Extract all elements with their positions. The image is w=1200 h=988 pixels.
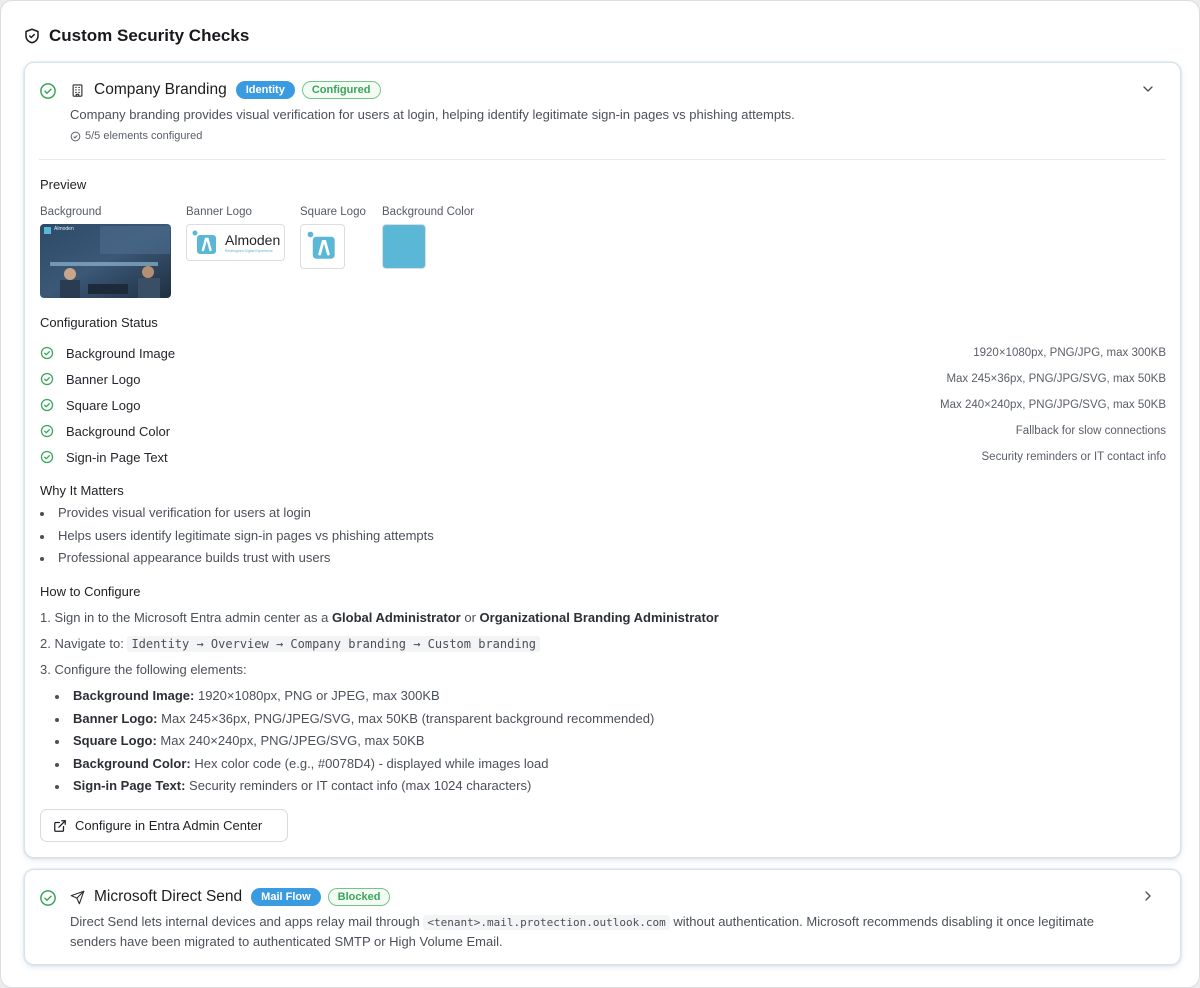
element-text: 1920×1080px, PNG or JPEG, max 300KB [194, 688, 440, 703]
config-element-item: Banner Logo: Max 245×36px, PNG/JPEG/SVG,… [55, 711, 654, 726]
card-title: Company Branding [94, 81, 227, 98]
banner-logo-text: Almoden [225, 232, 281, 248]
step1-role-branding-admin: Organizational Branding Administrator [479, 610, 719, 625]
check-circle-icon [40, 346, 54, 360]
step1-role-global-admin: Global Administrator [331, 610, 461, 625]
company-branding-card: Company Branding Identity Configured Com… [24, 62, 1181, 858]
config-element-item: Background Image: 1920×1080px, PNG or JP… [55, 688, 440, 703]
step1-or: or [460, 610, 480, 625]
check-circle-icon [40, 83, 56, 99]
how-heading: How to Configure [40, 584, 141, 599]
category-badge: Mail Flow [251, 888, 321, 906]
check-circle-icon [40, 424, 54, 438]
status-name: Sign-in Page Text [66, 449, 168, 465]
status-name: Banner Logo [66, 371, 141, 387]
section-title: Custom Security Checks [23, 26, 249, 46]
element-text: Max 240×240px, PNG/JPEG/SVG, max 50KB [156, 733, 425, 748]
background-image-preview: Almoden [40, 224, 171, 298]
step2-prefix: 2. Navigate to: [40, 636, 128, 651]
send-icon [70, 890, 85, 904]
element-label: Banner Logo: [73, 710, 158, 726]
why-heading: Why It Matters [40, 483, 124, 498]
banner-logo-preview: Almoden Redesigned Digital Experience [186, 224, 285, 261]
check-circle-small-icon [70, 131, 81, 141]
status-row: Sign-in Page Text Security reminders or I… [40, 448, 1166, 466]
config-status-heading: Configuration Status [40, 315, 158, 330]
almoden-logo-icon [192, 230, 216, 254]
preview-square-label: Square Logo [300, 206, 366, 218]
chevron-right-icon[interactable] [1140, 888, 1156, 904]
status-row: Background Color Fallback for slow connec… [40, 422, 1166, 440]
status-name: Background Color [66, 423, 171, 439]
why-item-text: Provides visual verification for users a… [58, 505, 311, 520]
why-list-item: Provides visual verification for users a… [40, 505, 311, 520]
desc-before: Direct Send lets internal devices and ap… [70, 914, 424, 929]
custom-security-checks-panel: Custom Security Checks Company Branding … [0, 0, 1200, 988]
background-thumb-brand: Almoden [54, 226, 74, 232]
status-name: Background Image [66, 345, 176, 361]
card-title: Microsoft Direct Send [94, 888, 243, 905]
config-element-item: Sign-in Page Text: Security reminders or… [55, 778, 531, 793]
chevron-down-icon[interactable] [1140, 81, 1156, 97]
background-color-swatch [382, 224, 426, 269]
why-list-item: Helps users identify legitimate sign-in … [40, 528, 434, 543]
desc-hostname-code: <tenant>.mail.protection.outlook.com [423, 915, 670, 930]
status-badge: Blocked [327, 888, 391, 906]
step1-prefix: 1. Sign in to the Microsoft Entra admin … [40, 610, 332, 625]
square-logo-preview [300, 224, 345, 269]
building-icon [72, 83, 83, 97]
config-element-item: Background Color: Hex color code (e.g., … [55, 756, 548, 771]
preview-background-label: Background [40, 206, 102, 218]
element-label: Background Image: [73, 688, 195, 703]
preview-heading: Preview [40, 177, 87, 192]
check-circle-icon [40, 372, 54, 386]
elements-configured-text: 5/5 elements configured [85, 130, 203, 142]
check-circle-icon [40, 890, 56, 906]
check-circle-icon [40, 398, 54, 412]
direct-send-card: Microsoft Direct Send Mail Flow Blocked … [24, 869, 1181, 965]
config-element-item: Square Logo: Max 240×240px, PNG/JPEG/SVG… [55, 733, 425, 748]
section-title-text: Custom Security Checks [49, 26, 250, 45]
status-badge: Configured [301, 81, 381, 99]
how-step-2: 2. Navigate to: Identity → Overview → Co… [40, 636, 541, 652]
status-detail: Security reminders or IT contact info [981, 451, 1167, 463]
why-list-item: Professional appearance builds trust wit… [40, 550, 330, 565]
element-label: Square Logo: [73, 733, 157, 748]
element-text: Hex color code (e.g., #0078D4) - display… [190, 755, 549, 771]
elements-configured: 5/5 elements configured [70, 130, 202, 142]
status-detail: Max 245×36px, PNG/JPG/SVG, max 50KB [946, 373, 1166, 385]
divider [39, 159, 1166, 160]
element-text: Max 245×36px, PNG/JPEG/SVG, max 50KB (tr… [157, 710, 655, 726]
category-badge: Identity [235, 81, 295, 99]
why-item-text: Professional appearance builds trust wit… [58, 550, 331, 565]
status-detail: 1920×1080px, PNG/JPG, max 300KB [973, 347, 1166, 359]
check-circle-icon [40, 450, 54, 464]
preview-color-label: Background Color [382, 206, 475, 218]
how-step-3: 3. Configure the following elements: [40, 662, 247, 677]
status-row: Square Logo Max 240×240px, PNG/JPG/SVG, m… [40, 396, 1166, 414]
navigation-path-code: Identity → Overview → Company branding →… [127, 636, 541, 652]
status-row: Background Image 1920×1080px, PNG/JPG, ma… [40, 344, 1166, 362]
shield-check-icon [25, 28, 39, 44]
element-text: Security reminders or IT contact info (m… [185, 778, 532, 793]
status-detail: Max 240×240px, PNG/JPG/SVG, max 50KB [940, 399, 1166, 411]
almoden-square-logo-icon [307, 231, 335, 259]
element-label: Background Color: [73, 755, 191, 771]
status-detail: Fallback for slow connections [1015, 425, 1166, 437]
element-label: Sign-in Page Text: [73, 778, 186, 793]
why-item-text: Helps users identify legitimate sign-in … [58, 527, 434, 543]
banner-logo-tagline: Redesigned Digital Experience [225, 249, 273, 253]
how-step-1: 1. Sign in to the Microsoft Entra admin … [40, 610, 719, 625]
configure-button-label: Configure in Entra Admin Center [75, 818, 263, 833]
preview-banner-label: Banner Logo [186, 206, 252, 218]
card-description: Company branding provides visual verific… [70, 107, 795, 122]
status-row: Banner Logo Max 245×36px, PNG/JPG/SVG, ma… [40, 370, 1166, 388]
card-description: Direct Send lets internal devices and ap… [70, 912, 1130, 951]
external-link-icon [54, 819, 66, 832]
status-name: Square Logo [66, 397, 141, 413]
configure-entra-button[interactable]: Configure in Entra Admin Center [40, 809, 288, 842]
